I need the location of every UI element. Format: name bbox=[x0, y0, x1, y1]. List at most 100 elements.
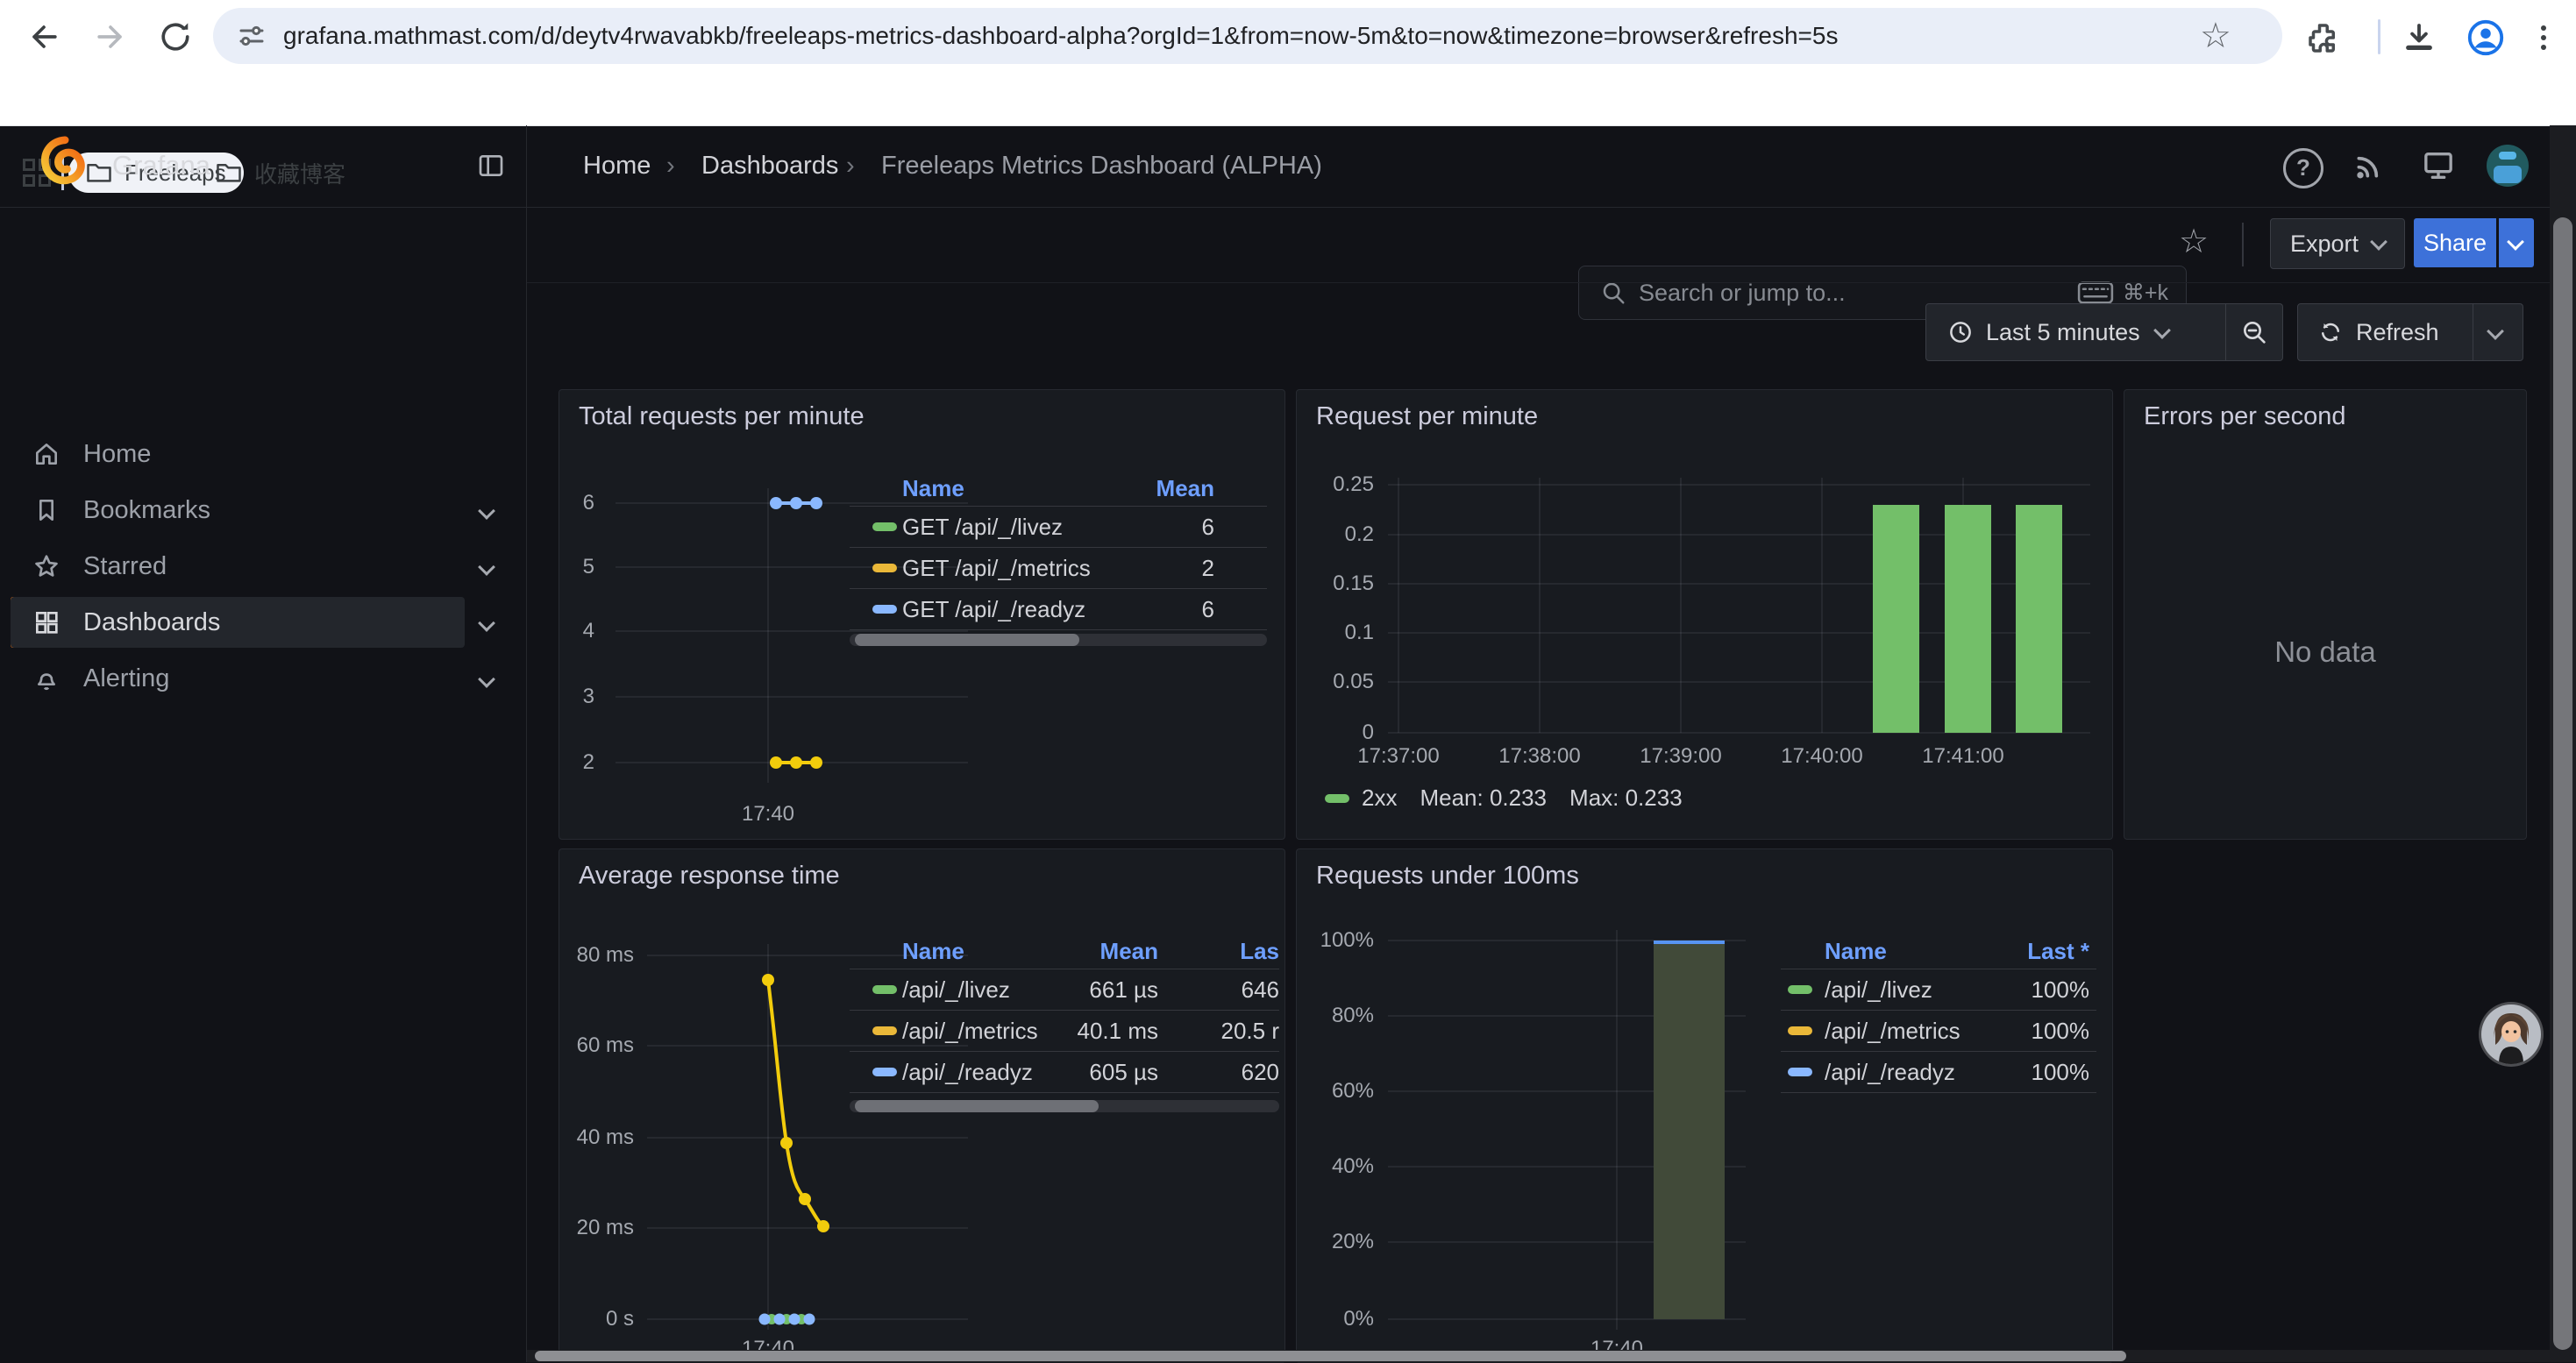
legend-row[interactable]: /api/_/metrics 40.1 ms 20.5 r bbox=[850, 1011, 1279, 1052]
sidebar-item-home[interactable]: Home bbox=[11, 429, 465, 479]
grafana-logo[interactable] bbox=[39, 134, 89, 187]
horizontal-scrollbar-thumb[interactable] bbox=[535, 1351, 2126, 1361]
y-tick: 0.25 bbox=[1297, 472, 1374, 497]
legend-row[interactable]: /api/_/livez 661 µs 646 bbox=[850, 969, 1279, 1011]
legend-header-name[interactable]: Name bbox=[1825, 938, 1984, 965]
alerting-bell-icon bbox=[32, 664, 60, 692]
browser-toolbar: grafana.mathmast.com/d/deytv4rwavabkb/fr… bbox=[0, 0, 2576, 74]
series-swatch bbox=[872, 1026, 897, 1035]
reload-icon[interactable] bbox=[156, 18, 195, 56]
panel-title[interactable]: Errors per second bbox=[2144, 402, 2346, 431]
search-shortcut: ⌘+k bbox=[2123, 280, 2168, 306]
series-name: GET /api/_/metrics bbox=[902, 555, 1109, 582]
grafana-brand[interactable]: Grafana bbox=[112, 125, 210, 206]
series-swatch bbox=[872, 985, 897, 994]
y-tick: 20% bbox=[1297, 1230, 1374, 1254]
zoom-out-button[interactable] bbox=[2226, 303, 2283, 361]
collapse-dashboards-icon[interactable] bbox=[480, 617, 493, 634]
site-settings-icon[interactable] bbox=[236, 20, 267, 52]
series-swatch bbox=[872, 564, 897, 572]
avatar-girl-illustration bbox=[2481, 1005, 2541, 1064]
vertical-scrollbar-thumb[interactable] bbox=[2553, 217, 2572, 1350]
download-icon[interactable] bbox=[2401, 19, 2437, 56]
y-tick: 60 ms bbox=[559, 1033, 634, 1058]
series-mean: 6 bbox=[1109, 514, 1214, 541]
y-tick: 80 ms bbox=[559, 943, 634, 968]
x-tick: 17:40:00 bbox=[1752, 744, 1892, 769]
display-icon[interactable] bbox=[2420, 148, 2457, 183]
share-menu-button[interactable] bbox=[2499, 218, 2534, 267]
user-avatar[interactable] bbox=[2487, 145, 2529, 187]
share-button[interactable]: Share bbox=[2414, 218, 2496, 267]
news-rss-icon[interactable] bbox=[2352, 148, 2387, 183]
extensions-icon[interactable] bbox=[2304, 19, 2341, 56]
series-swatch bbox=[872, 522, 897, 531]
sidebar-item-label: Dashboards bbox=[83, 608, 220, 637]
legend-header-name[interactable]: Name bbox=[902, 475, 1109, 502]
url-text[interactable]: grafana.mathmast.com/d/deytv4rwavabkb/fr… bbox=[283, 22, 2195, 50]
legend-scrollbar[interactable] bbox=[850, 634, 1267, 646]
legend-header-last[interactable]: Las bbox=[1158, 938, 1279, 965]
y-tick: 2 bbox=[559, 750, 594, 775]
series-mean: 40.1 ms bbox=[1053, 1018, 1158, 1045]
legend-item-2xx[interactable]: 2xx Mean: 0.233 Max: 0.233 bbox=[1325, 784, 1683, 812]
url-bar[interactable]: grafana.mathmast.com/d/deytv4rwavabkb/fr… bbox=[213, 8, 2282, 64]
legend-header-name[interactable]: Name bbox=[902, 938, 1053, 965]
legend-scrollbar[interactable] bbox=[850, 1100, 1279, 1112]
sidebar-item-bookmarks[interactable]: Bookmarks bbox=[11, 485, 465, 536]
sidebar-item-dashboards[interactable]: Dashboards bbox=[11, 597, 465, 648]
browser-menu-icon[interactable] bbox=[2541, 21, 2546, 54]
series-swatch bbox=[1788, 1026, 1812, 1035]
legend-row[interactable]: GET /api/_/metrics 2 bbox=[850, 548, 1267, 589]
series-name: /api/_/metrics bbox=[902, 1018, 1053, 1045]
assistant-avatar[interactable] bbox=[2481, 1005, 2541, 1064]
y-tick: 100% bbox=[1297, 928, 1374, 953]
series-mean: 605 µs bbox=[1053, 1059, 1158, 1086]
y-tick: 0 bbox=[1297, 721, 1374, 745]
legend-header-last[interactable]: Last * bbox=[1984, 938, 2089, 965]
bookmark-icon bbox=[32, 496, 60, 524]
expand-alerting-icon[interactable] bbox=[480, 673, 493, 690]
legend-header-mean[interactable]: Mean bbox=[1053, 938, 1158, 965]
breadcrumb-home[interactable]: Home bbox=[583, 125, 651, 206]
keyboard-icon bbox=[2077, 280, 2114, 306]
expand-bookmarks-icon[interactable] bbox=[480, 505, 493, 522]
series-name: /api/_/livez bbox=[902, 976, 1053, 1004]
sidebar-item-label: Home bbox=[83, 440, 151, 469]
breadcrumb-dashboards[interactable]: Dashboards bbox=[701, 125, 838, 206]
legend-row[interactable]: /api/_/metrics 100% bbox=[1781, 1011, 2096, 1052]
favorite-dashboard-icon[interactable]: ☆ bbox=[2179, 219, 2209, 265]
back-icon[interactable] bbox=[25, 18, 63, 56]
legend-row[interactable]: GET /api/_/livez 6 bbox=[850, 507, 1267, 548]
legend-row[interactable]: /api/_/readyz 100% bbox=[1781, 1052, 2096, 1093]
under-100ms-chart[interactable] bbox=[1297, 849, 2110, 1361]
bookmark-star-icon[interactable]: ☆ bbox=[2200, 13, 2231, 59]
series-swatch bbox=[1325, 794, 1349, 803]
toolbar-divider bbox=[2378, 19, 2380, 54]
profile-icon[interactable] bbox=[2466, 18, 2506, 58]
refresh-interval-button[interactable] bbox=[2473, 303, 2523, 361]
time-range-picker[interactable]: Last 5 minutes bbox=[1925, 303, 2226, 361]
y-tick: 4 bbox=[559, 619, 594, 643]
y-tick: 6 bbox=[559, 491, 594, 515]
request-per-minute-chart[interactable] bbox=[1297, 390, 2110, 837]
refresh-button[interactable]: Refresh bbox=[2297, 303, 2473, 361]
panel-under-100ms: Requests under 100ms 100% 80% 60% 40% 20… bbox=[1296, 848, 2113, 1363]
export-button[interactable]: Export bbox=[2270, 218, 2405, 269]
refresh-icon bbox=[2317, 319, 2344, 345]
legend-row[interactable]: /api/_/livez 100% bbox=[1781, 969, 2096, 1011]
dock-menu-toggle-icon[interactable] bbox=[476, 152, 506, 180]
legend-header-mean[interactable]: Mean bbox=[1109, 475, 1214, 502]
sidebar-item-starred[interactable]: Starred bbox=[11, 541, 465, 592]
series-mean: 2 bbox=[1109, 555, 1214, 582]
sidebar-item-alerting[interactable]: Alerting bbox=[11, 653, 465, 704]
help-icon[interactable]: ? bbox=[2283, 148, 2323, 188]
forward-icon[interactable] bbox=[91, 18, 130, 56]
time-controls: Last 5 minutes bbox=[1925, 303, 2283, 361]
legend-row[interactable]: GET /api/_/readyz 6 bbox=[850, 589, 1267, 630]
legend-row[interactable]: /api/_/readyz 605 µs 620 bbox=[850, 1052, 1279, 1093]
zoom-out-icon bbox=[2240, 318, 2268, 346]
expand-starred-icon[interactable] bbox=[480, 561, 493, 578]
legend-table: Name Mean GET /api/_/livez 6 GET /api/_/… bbox=[850, 471, 1267, 655]
series-last: 646 bbox=[1158, 976, 1279, 1004]
